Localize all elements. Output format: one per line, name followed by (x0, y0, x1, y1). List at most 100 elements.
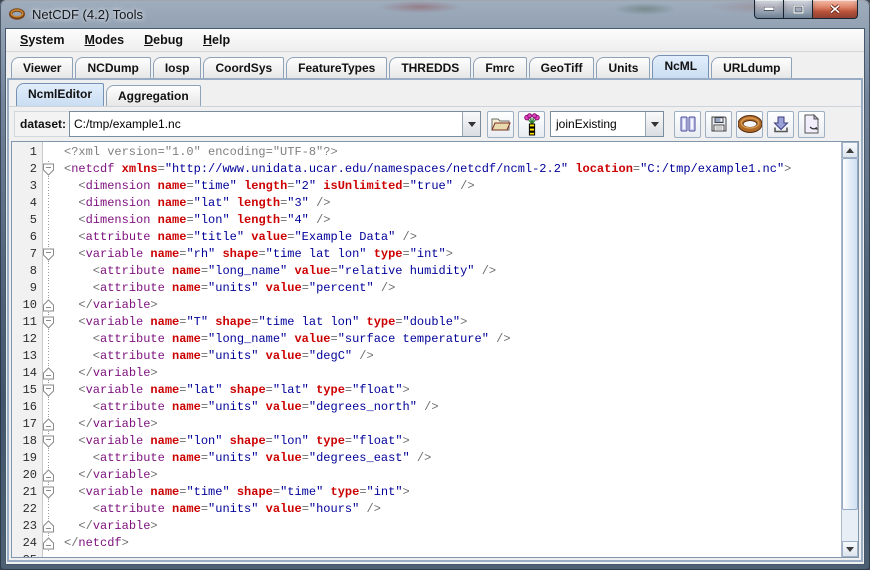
code-token (150, 179, 157, 193)
fold-marker-icon[interactable] (42, 518, 57, 535)
code-token (165, 349, 172, 363)
code-line[interactable]: 18 <variable name="lon" shape="lon" type… (12, 433, 841, 450)
fold-marker-icon[interactable] (42, 484, 57, 501)
open-folder-button[interactable] (487, 111, 514, 138)
code-token: > (150, 417, 157, 431)
new-document-button[interactable] (798, 111, 825, 138)
code-line[interactable]: 8 <attribute name="long_name" value="rel… (12, 263, 841, 280)
code-line[interactable]: 25 (12, 552, 841, 557)
menu-system[interactable]: System (10, 30, 74, 50)
menu-help[interactable]: Help (193, 30, 240, 50)
fold-marker-icon[interactable] (42, 535, 57, 552)
code-token (309, 434, 316, 448)
scroll-up-button[interactable] (842, 142, 858, 158)
code-token: = (258, 247, 265, 261)
arrow-down-icon (846, 547, 854, 552)
code-line[interactable]: 4 <dimension name="lat" length="3" /> (12, 195, 841, 212)
titlebar[interactable]: NetCDF (4.2) Tools (0, 0, 870, 28)
code-line[interactable]: 13 <attribute name="units" value="degC" … (12, 348, 841, 365)
minimize-button[interactable] (754, 0, 784, 19)
tab-ncdump[interactable]: NCDump (75, 57, 150, 78)
code-token: "rh" (186, 247, 215, 261)
tab-fmrc[interactable]: Fmrc (473, 57, 526, 78)
scrollbar-thumb[interactable] (842, 158, 858, 510)
tab-iosp[interactable]: Iosp (153, 57, 202, 78)
code-token: = (186, 213, 193, 227)
code-token: netcdf (71, 162, 114, 176)
write-netcdf-button[interactable] (736, 111, 763, 138)
fold-marker-icon[interactable] (42, 416, 57, 433)
code-area[interactable]: 1<?xml version="1.0" encoding="UTF-8"?>2… (12, 142, 841, 557)
code-token: "2" (294, 179, 316, 193)
code-token: location (575, 162, 633, 176)
close-button[interactable] (812, 0, 858, 19)
code-line[interactable]: 20 </variable> (12, 467, 841, 484)
aggregation-dropdown-button[interactable] (645, 112, 663, 136)
scroll-down-button[interactable] (842, 541, 858, 557)
flowers-button[interactable] (518, 111, 545, 138)
fold-marker-icon[interactable] (42, 161, 57, 178)
tab-viewer[interactable]: Viewer (11, 57, 73, 78)
subtab-aggregation[interactable]: Aggregation (106, 85, 201, 106)
scrollbar-track[interactable] (842, 158, 858, 541)
fold-marker-icon[interactable] (42, 246, 57, 263)
code-line[interactable]: 9 <attribute name="units" value="percent… (12, 280, 841, 297)
code-token: name (172, 451, 201, 465)
code-line[interactable]: 10 </variable> (12, 297, 841, 314)
code-line[interactable]: 2<netcdf xmlns="http://www.unidata.ucar.… (12, 161, 841, 178)
dataset-combobox[interactable] (69, 111, 481, 137)
dataset-input[interactable] (70, 112, 462, 136)
fold-marker-icon[interactable] (42, 433, 57, 450)
import-button[interactable] (767, 111, 794, 138)
vertical-scrollbar[interactable] (841, 142, 858, 557)
code-token: /> (374, 281, 396, 295)
code-token: /> (489, 332, 511, 346)
tab-featuretypes[interactable]: FeatureTypes (286, 57, 387, 78)
code-line[interactable]: 23 </variable> (12, 518, 841, 535)
chevron-down-icon (651, 122, 659, 127)
tab-urldump[interactable]: URLdump (711, 57, 792, 78)
menu-modes[interactable]: Modes (74, 30, 134, 50)
code-line[interactable]: 12 <attribute name="long_name" value="su… (12, 331, 841, 348)
dataset-dropdown-button[interactable] (462, 112, 480, 136)
compare-button[interactable] (674, 111, 701, 138)
code-token: /> (352, 349, 374, 363)
code-line[interactable]: 22 <attribute name="units" value="hours"… (12, 501, 841, 518)
code-line[interactable]: 11 <variable name="T" shape="time lat lo… (12, 314, 841, 331)
code-token: = (395, 315, 402, 329)
code-line[interactable]: 17 </variable> (12, 416, 841, 433)
main-tabs: ViewerNCDumpIospCoordSysFeatureTypesTHRE… (6, 52, 864, 78)
subtab-ncmleditor[interactable]: NcmlEditor (16, 83, 104, 106)
code-line[interactable]: 7 <variable name="rh" shape="time lat lo… (12, 246, 841, 263)
aggregation-combobox[interactable]: joinExisting (550, 111, 664, 137)
menu-debug[interactable]: Debug (134, 30, 193, 50)
code-token: shape (230, 434, 266, 448)
code-line[interactable]: 19 <attribute name="units" value="degree… (12, 450, 841, 467)
code-line[interactable]: 16 <attribute name="units" value="degree… (12, 399, 841, 416)
maximize-button[interactable] (784, 0, 812, 19)
code-line[interactable]: 5 <dimension name="lon" length="4" /> (12, 212, 841, 229)
tab-coordsys[interactable]: CoordSys (203, 57, 284, 78)
fold-marker-icon[interactable] (42, 467, 57, 484)
code-line[interactable]: 3 <dimension name="time" length="2" isUn… (12, 178, 841, 195)
fold-marker-icon[interactable] (42, 297, 57, 314)
code-line[interactable]: 6 <attribute name="title" value="Example… (12, 229, 841, 246)
code-token: = (302, 281, 309, 295)
code-line[interactable]: 14 </variable> (12, 365, 841, 382)
code-line[interactable]: 15 <variable name="lat" shape="lat" type… (12, 382, 841, 399)
tab-thredds[interactable]: THREDDS (389, 57, 471, 78)
code-token: "T" (186, 315, 208, 329)
code-line[interactable]: 1<?xml version="1.0" encoding="UTF-8"?> (12, 144, 841, 161)
tab-units[interactable]: Units (596, 57, 650, 78)
tab-geotiff[interactable]: GeoTiff (529, 57, 595, 78)
save-button[interactable] (705, 111, 732, 138)
code-token (150, 196, 157, 210)
fold-marker-icon[interactable] (42, 382, 57, 399)
line-number: 19 (12, 450, 42, 467)
code-line[interactable]: 21 <variable name="time" shape="time" ty… (12, 484, 841, 501)
fold-marker-icon[interactable] (42, 365, 57, 382)
fold-marker-icon[interactable] (42, 314, 57, 331)
tab-ncml[interactable]: NcML (652, 55, 709, 78)
code-token: = (201, 451, 208, 465)
code-line[interactable]: 24</netcdf> (12, 535, 841, 552)
